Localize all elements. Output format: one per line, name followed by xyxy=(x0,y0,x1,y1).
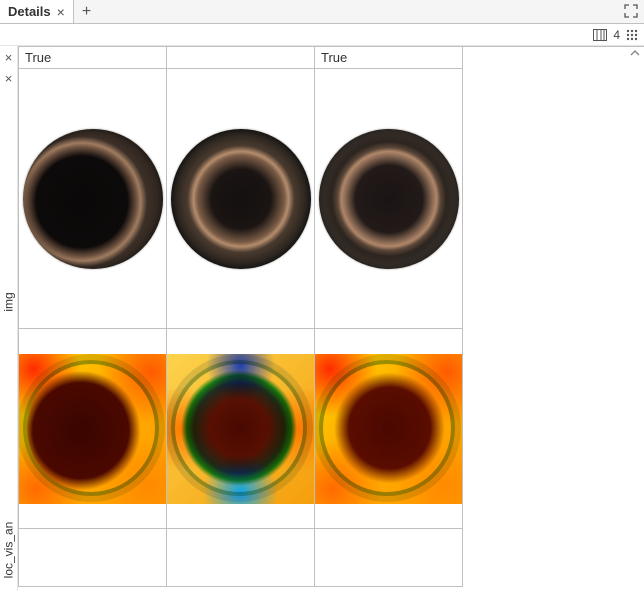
stub-cell-1 xyxy=(167,529,315,587)
row-label-img: img xyxy=(2,292,16,311)
columns-icon[interactable] xyxy=(593,29,607,41)
stub-cell-2 xyxy=(315,529,463,587)
toolbar: 4 xyxy=(0,24,644,46)
grid-area: True True xyxy=(18,46,644,591)
col-header-0[interactable]: True xyxy=(19,47,167,69)
stub-cell-0 xyxy=(19,529,167,587)
tab-title: Details xyxy=(8,4,51,19)
heatmap-cell-0[interactable] xyxy=(19,329,167,529)
row-gutter: × × img loc_vis_an xyxy=(0,46,18,591)
sample-image xyxy=(171,129,311,269)
sample-image xyxy=(319,129,459,269)
column-count: 4 xyxy=(613,28,620,42)
tab-details[interactable]: Details × xyxy=(0,0,74,23)
heatmap-cell-2[interactable] xyxy=(315,329,463,529)
heatmap-image xyxy=(19,354,166,504)
heatmap-image xyxy=(167,354,314,504)
img-cell-1[interactable] xyxy=(167,69,315,329)
close-row-loc[interactable]: × xyxy=(3,69,15,88)
workspace: × × img loc_vis_an True True xyxy=(0,46,644,591)
row-label-loc: loc_vis_an xyxy=(2,522,16,579)
heatmap-cell-1[interactable] xyxy=(167,329,315,529)
expand-icon[interactable] xyxy=(624,4,638,21)
heatmap-image xyxy=(315,354,462,504)
add-tab-button[interactable]: + xyxy=(74,1,99,23)
close-row-img[interactable]: × xyxy=(3,48,15,67)
tab-bar: Details × + xyxy=(0,0,644,24)
scroll-up-icon[interactable] xyxy=(630,48,640,58)
img-cell-0[interactable] xyxy=(19,69,167,329)
close-icon[interactable]: × xyxy=(57,5,65,19)
col-header-2[interactable]: True xyxy=(315,47,463,69)
settings-grid-icon[interactable] xyxy=(626,29,638,41)
img-cell-2[interactable] xyxy=(315,69,463,329)
data-grid: True True xyxy=(18,46,644,587)
col-header-1[interactable] xyxy=(167,47,315,69)
sample-image xyxy=(23,129,163,269)
